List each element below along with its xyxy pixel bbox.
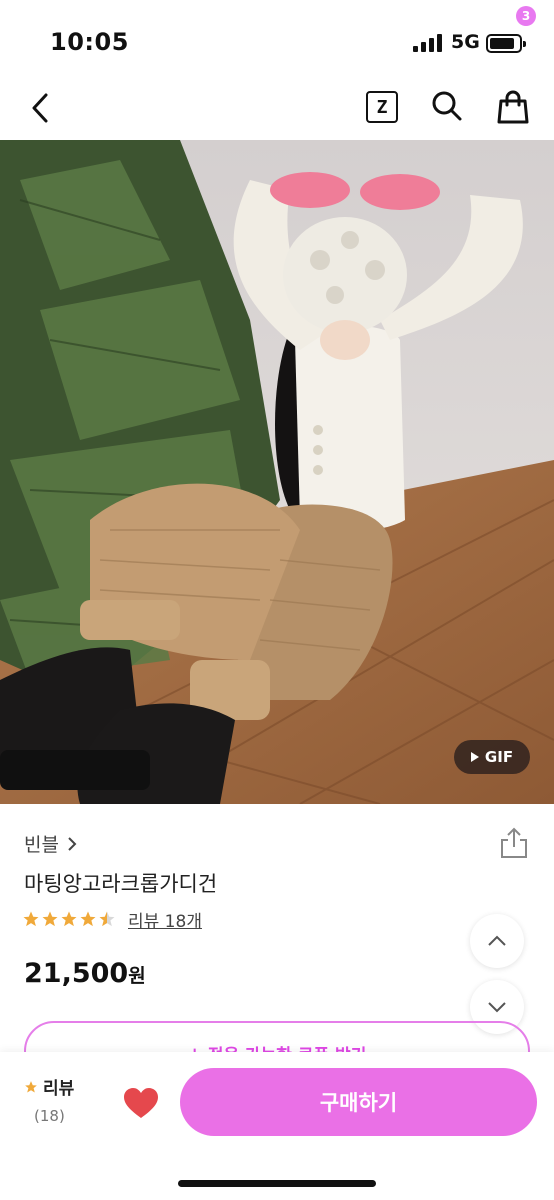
price-number: 21,500 xyxy=(24,958,129,989)
chevron-down-icon xyxy=(488,1002,506,1013)
signal-icon xyxy=(413,34,443,52)
search-icon xyxy=(432,91,462,121)
star-icon xyxy=(80,911,96,927)
search-button[interactable] xyxy=(429,88,465,124)
back-button[interactable] xyxy=(22,86,62,130)
cart-button[interactable] xyxy=(494,88,534,126)
review-summary-count: (18) xyxy=(34,1107,65,1125)
zigzag-button[interactable]: Z xyxy=(366,91,398,123)
star-icon xyxy=(23,911,39,927)
chevron-left-icon xyxy=(32,93,48,123)
play-icon xyxy=(470,752,479,762)
chevron-up-icon xyxy=(488,935,506,946)
gif-label: GIF xyxy=(484,748,514,766)
product-title: 마팅앙고라크롭가디건 xyxy=(24,872,218,896)
star-icon xyxy=(42,911,58,927)
buy-button[interactable]: 구매하기 xyxy=(180,1068,537,1136)
shopping-bag-icon xyxy=(497,90,529,124)
home-indicator xyxy=(178,1180,376,1187)
product-image[interactable] xyxy=(0,140,554,804)
bottom-action-bar: 리뷰 (18) 구매하기 xyxy=(0,1052,554,1200)
rating-row: 리뷰 18개 xyxy=(22,906,202,932)
chevron-right-icon xyxy=(68,836,77,851)
product-price: 21,500원 xyxy=(24,958,146,989)
product-photo xyxy=(0,140,554,804)
brand-link[interactable]: 빈블 xyxy=(24,830,77,857)
review-summary-label: 리뷰 xyxy=(43,1079,75,1099)
status-time: 10:05 xyxy=(50,28,129,56)
battery-icon xyxy=(486,34,526,53)
review-link[interactable]: 리뷰 18개 xyxy=(128,907,202,932)
nav-bar: Z xyxy=(0,78,554,140)
star-icon xyxy=(99,911,115,927)
network-type: 5G xyxy=(451,31,480,53)
scroll-up-button[interactable] xyxy=(470,914,524,968)
heart-icon xyxy=(124,1088,158,1118)
share-button[interactable] xyxy=(499,826,529,860)
star-icon xyxy=(25,1080,37,1093)
status-bar: 10:05 5G xyxy=(0,0,554,78)
star-icon xyxy=(61,911,77,927)
cart-count-badge: 3 xyxy=(516,6,536,26)
brand-name: 빈블 xyxy=(24,834,59,856)
price-unit: 원 xyxy=(128,965,146,987)
review-summary[interactable]: 리뷰 (18) xyxy=(24,1074,84,1125)
like-button[interactable] xyxy=(122,1086,160,1120)
rating-stars xyxy=(22,910,116,928)
share-icon xyxy=(501,827,527,858)
gif-badge[interactable]: GIF xyxy=(454,740,530,774)
